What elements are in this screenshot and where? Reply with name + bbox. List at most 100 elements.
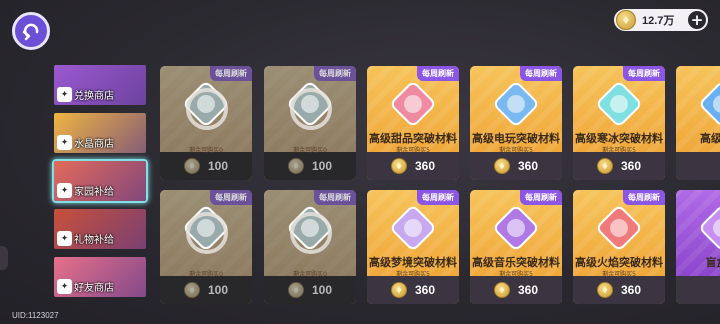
price-bar: 360 <box>470 276 562 304</box>
sold-out-icon <box>186 212 228 254</box>
back-arrow-icon <box>22 23 39 41</box>
home-icon: ✦ <box>57 183 72 198</box>
item-price: 100 <box>311 159 333 173</box>
weekly-refresh-badge: 每周刷新 <box>417 66 459 81</box>
price-bar: 360 <box>367 152 459 180</box>
blindbox-icon <box>700 206 720 250</box>
item-price: 100 <box>207 283 229 297</box>
sidebar-item-3[interactable]: ✦ 礼物补给 <box>52 207 148 251</box>
item-price: 360 <box>414 283 436 297</box>
item-name: 高级水流 <box>700 132 720 145</box>
item-price: 360 <box>414 159 436 173</box>
crystal-icon: ✦ <box>57 135 72 150</box>
item-name: 高级寒冰突破材料 <box>575 132 663 145</box>
price-bar: 360 <box>367 276 459 304</box>
weekly-refresh-badge: 每周刷新 <box>210 190 252 205</box>
shop-item-card[interactable]: 每周刷新盲盒市 <box>676 190 720 304</box>
coin-icon <box>596 282 613 298</box>
purchase-limit: 剩余可购买5 <box>499 147 533 154</box>
sidebar-item-label: 家园补给 <box>74 187 114 198</box>
sidebar-item-0[interactable]: ✦ 兑换商店 <box>52 63 148 107</box>
purchase-limit: 剩余可购买0 <box>189 271 223 278</box>
back-button[interactable] <box>12 12 50 50</box>
sidebar-item-4[interactable]: ✦ 好友商店 <box>52 255 148 299</box>
shop-sidebar: ✦ 兑换商店 ✦ 水晶商店 ✦ 家园补给 ✦ 礼物补给 ✦ 好友商店 <box>52 63 148 303</box>
purchase-limit: 剩余可购买5 <box>396 147 430 154</box>
sidebar-item-2[interactable]: ✦ 家园补给 <box>52 159 148 203</box>
water-icon <box>700 82 720 126</box>
item-name: 高级梦境突破材料 <box>369 256 457 269</box>
currency-amount: 12.7万 <box>642 15 675 27</box>
user-id: UID:1123027 <box>12 311 59 320</box>
weekly-refresh-badge: 每周刷新 <box>520 66 562 81</box>
shop-item-card[interactable]: 每周刷新高级寒冰突破材料剩余可购买5 360 <box>573 66 665 180</box>
shop-item-card[interactable]: 每周刷新高级梦境突破材料剩余可购买5 360 <box>367 190 459 304</box>
coin-icon <box>390 158 407 174</box>
price-bar: 360 <box>573 276 665 304</box>
purchase-limit: 剩余可购买5 <box>396 271 430 278</box>
price-bar: 100 <box>264 152 356 180</box>
item-name: 高级甜品突破材料 <box>369 132 457 145</box>
purchase-limit: 剩余可购买5 <box>499 271 533 278</box>
sold-out-icon <box>290 88 332 130</box>
item-price: 360 <box>620 159 642 173</box>
music-icon <box>494 206 538 250</box>
item-price: 100 <box>207 159 229 173</box>
weekly-refresh-badge: 每周刷新 <box>210 66 252 81</box>
cake-icon <box>391 82 435 126</box>
currency-display: 12.7万 + <box>614 9 708 31</box>
shop-grid: 每周刷新 剩余可购买0 100 每周刷新 剩余可购买0 100 每周刷新 高级甜品突破材料 剩余… <box>160 66 720 324</box>
fire-icon <box>597 206 641 250</box>
coin-icon <box>493 158 510 174</box>
price-bar: 360 <box>573 152 665 180</box>
coin-icon <box>390 282 407 298</box>
shop-item-card[interactable]: 每周刷新高级音乐突破材料剩余可购买5 360 <box>470 190 562 304</box>
shop-item-card[interactable]: 每周刷新 剩余可购买0 100 <box>264 66 356 180</box>
ice-icon <box>597 82 641 126</box>
purchase-limit: 剩余可购买0 <box>189 147 223 154</box>
edge-handle[interactable] <box>0 246 8 270</box>
weekly-refresh-badge: 每周刷新 <box>623 190 665 205</box>
shop-item-card[interactable]: 每周刷新 高级电玩突破材料 剩余可购买5 360 <box>470 66 562 180</box>
price-bar <box>676 152 720 180</box>
gift-icon: ✦ <box>57 231 72 246</box>
gamepad-icon <box>494 82 538 126</box>
coin-icon <box>287 158 304 174</box>
exchange-icon: ✦ <box>57 87 72 102</box>
purchase-limit: 剩余可购买5 <box>602 271 636 278</box>
shop-item-card[interactable]: 每周刷新剩余可购买0 100 <box>160 66 252 180</box>
sold-out-icon <box>290 212 332 254</box>
price-bar: 100 <box>160 276 252 304</box>
sidebar-item-1[interactable]: ✦ 水晶商店 <box>52 111 148 155</box>
shop-item-card[interactable]: 每周刷新剩余可购买0 100 <box>160 190 252 304</box>
item-name: 盲盒市 <box>705 256 720 269</box>
dream-icon <box>391 206 435 250</box>
coin-icon <box>183 282 200 298</box>
weekly-refresh-badge: 每周刷新 <box>314 190 356 205</box>
purchase-limit: 剩余可购买0 <box>293 271 327 278</box>
add-currency-button[interactable]: + <box>686 9 708 31</box>
item-name: 高级火焰突破材料 <box>575 256 663 269</box>
shop-item-card[interactable]: 每周刷新 剩余可购买0 100 <box>264 190 356 304</box>
weekly-refresh-badge: 每周刷新 <box>314 66 356 81</box>
weekly-refresh-badge: 每周刷新 <box>520 190 562 205</box>
weekly-refresh-badge: 每周刷新 <box>417 190 459 205</box>
shop-item-card[interactable]: 每周刷新高级甜品突破材料剩余可购买5 360 <box>367 66 459 180</box>
item-name: 高级音乐突破材料 <box>472 256 560 269</box>
sold-out-icon <box>186 88 228 130</box>
sidebar-item-label: 好友商店 <box>74 283 114 294</box>
sidebar-item-label: 兑换商店 <box>74 91 114 102</box>
coin-icon <box>596 158 613 174</box>
coin-icon <box>287 282 304 298</box>
price-bar: 100 <box>160 152 252 180</box>
sidebar-item-label: 水晶商店 <box>74 139 114 150</box>
friend-icon: ✦ <box>57 279 72 294</box>
coin-icon <box>616 10 636 30</box>
weekly-refresh-badge: 每周刷新 <box>623 66 665 81</box>
item-name: 高级电玩突破材料 <box>472 132 560 145</box>
purchase-limit: 剩余可购买5 <box>602 147 636 154</box>
shop-item-card[interactable]: 每周刷新高级火焰突破材料剩余可购买5 360 <box>573 190 665 304</box>
sidebar-item-label: 礼物补给 <box>74 235 114 246</box>
coin-icon <box>183 158 200 174</box>
shop-item-card[interactable]: 每周刷新高级水流 <box>676 66 720 180</box>
